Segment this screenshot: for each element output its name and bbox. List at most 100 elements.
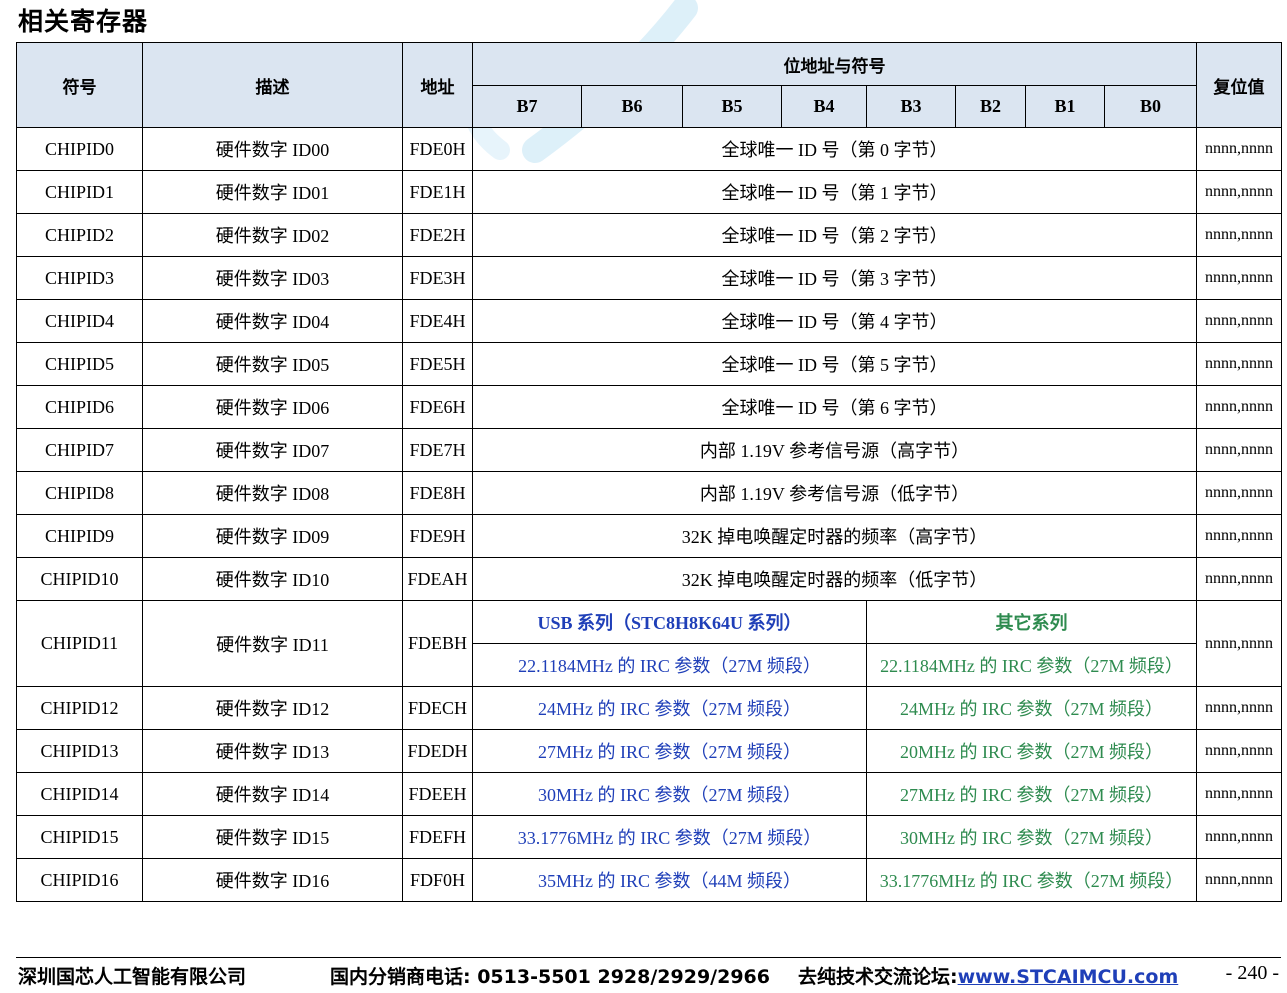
cell-content: 全球唯一 ID 号（第 6 字节） — [472, 385, 1197, 429]
cell-reset: nnnn,nnnn — [1196, 600, 1282, 687]
cell-reset: nnnn,nnnn — [1196, 729, 1282, 773]
cell-address: FDEDH — [402, 729, 473, 773]
cell-address: FDE3H — [402, 256, 473, 300]
cell-content: 全球唯一 ID 号（第 3 字节） — [472, 256, 1197, 300]
header-symbol: 符号 — [16, 42, 143, 128]
table-row: CHIPID5 硬件数字 ID05 FDE5H 全球唯一 ID 号（第 5 字节… — [16, 342, 1282, 386]
cell-usb-param: 24MHz 的 IRC 参数（27M 频段） — [472, 686, 867, 730]
table-row: CHIPID15 硬件数字 ID15 FDEFH 33.1776MHz 的 IR… — [16, 815, 1282, 859]
cell-symbol: CHIPID3 — [16, 256, 143, 300]
cell-description: 硬件数字 ID14 — [142, 772, 403, 816]
cell-symbol: CHIPID15 — [16, 815, 143, 859]
cell-address: FDE2H — [402, 213, 473, 257]
cell-reset: nnnn,nnnn — [1196, 428, 1282, 472]
cell-other-param: 33.1776MHz 的 IRC 参数（27M 频段） — [866, 858, 1197, 902]
header-bit-b2: B2 — [955, 85, 1026, 128]
cell-reset: nnnn,nnnn — [1196, 170, 1282, 214]
cell-usb-param: 22.1184MHz 的 IRC 参数（27M 频段） — [472, 643, 867, 687]
cell-content: 全球唯一 ID 号（第 5 字节） — [472, 342, 1197, 386]
cell-reset: nnnn,nnnn — [1196, 342, 1282, 386]
usb-series-header: USB 系列（STC8H8K64U 系列） — [472, 600, 867, 644]
cell-description: 硬件数字 ID08 — [142, 471, 403, 515]
header-description: 描述 — [142, 42, 403, 128]
table-row: CHIPID0 硬件数字 ID00 FDE0H 全球唯一 ID 号（第 0 字节… — [16, 127, 1282, 171]
cell-content: 内部 1.19V 参考信号源（高字节） — [472, 428, 1197, 472]
cell-address: FDEAH — [402, 557, 473, 601]
cell-description: 硬件数字 ID07 — [142, 428, 403, 472]
footer-divider — [16, 957, 1281, 958]
table-row: CHIPID9 硬件数字 ID09 FDE9H 32K 掉电唤醒定时器的频率（高… — [16, 514, 1282, 558]
cell-symbol: CHIPID6 — [16, 385, 143, 429]
footer-phone: 国内分销商电话: 0513-5501 2928/2929/2966 — [330, 966, 770, 988]
cell-symbol: CHIPID11 — [16, 600, 143, 687]
cell-reset: nnnn,nnnn — [1196, 557, 1282, 601]
table-row: CHIPID6 硬件数字 ID06 FDE6H 全球唯一 ID 号（第 6 字节… — [16, 385, 1282, 429]
header-bit-b7: B7 — [472, 85, 582, 128]
cell-address: FDE5H — [402, 342, 473, 386]
header-bit-b0: B0 — [1104, 85, 1197, 128]
cell-symbol: CHIPID12 — [16, 686, 143, 730]
cell-symbol: CHIPID14 — [16, 772, 143, 816]
cell-description: 硬件数字 ID01 — [142, 170, 403, 214]
table-row: CHIPID2 硬件数字 ID02 FDE2H 全球唯一 ID 号（第 2 字节… — [16, 213, 1282, 257]
table-row: CHIPID3 硬件数字 ID03 FDE3H 全球唯一 ID 号（第 3 字节… — [16, 256, 1282, 300]
cell-description: 硬件数字 ID16 — [142, 858, 403, 902]
cell-symbol: CHIPID9 — [16, 514, 143, 558]
header-bit-b3: B3 — [866, 85, 956, 128]
cell-reset: nnnn,nnnn — [1196, 299, 1282, 343]
footer-company: 深圳国芯人工智能有限公司 — [18, 966, 247, 988]
header-reset: 复位值 — [1196, 42, 1282, 128]
page-footer: 深圳国芯人工智能有限公司 国内分销商电话: 0513-5501 2928/292… — [18, 962, 1281, 988]
cell-other-param: 22.1184MHz 的 IRC 参数（27M 频段） — [866, 643, 1197, 687]
register-table: 符号 描述 地址 位地址与符号 复位值 B7 B6 B5 B4 B3 B2 B1… — [16, 42, 1282, 902]
cell-address: FDE8H — [402, 471, 473, 515]
cell-usb-param: 33.1776MHz 的 IRC 参数（27M 频段） — [472, 815, 867, 859]
cell-symbol: CHIPID1 — [16, 170, 143, 214]
cell-content: 全球唯一 ID 号（第 1 字节） — [472, 170, 1197, 214]
cell-other-param: 20MHz 的 IRC 参数（27M 频段） — [866, 729, 1197, 773]
cell-symbol: CHIPID2 — [16, 213, 143, 257]
header-bit-b1: B1 — [1025, 85, 1105, 128]
cell-address: FDE7H — [402, 428, 473, 472]
other-series-header: 其它系列 — [866, 600, 1197, 644]
cell-description: 硬件数字 ID05 — [142, 342, 403, 386]
header-bit-b6: B6 — [581, 85, 683, 128]
cell-description: 硬件数字 ID15 — [142, 815, 403, 859]
cell-description: 硬件数字 ID04 — [142, 299, 403, 343]
cell-reset: nnnn,nnnn — [1196, 127, 1282, 171]
cell-address: FDE0H — [402, 127, 473, 171]
table-row: CHIPID12 硬件数字 ID12 FDECH 24MHz 的 IRC 参数（… — [16, 686, 1282, 730]
section-title: 相关寄存器 — [18, 7, 149, 36]
cell-description: 硬件数字 ID11 — [142, 600, 403, 687]
cell-content: 全球唯一 ID 号（第 0 字节） — [472, 127, 1197, 171]
cell-reset: nnnn,nnnn — [1196, 213, 1282, 257]
cell-usb-param: 27MHz 的 IRC 参数（27M 频段） — [472, 729, 867, 773]
footer-forum-link[interactable]: www.STCAIMCU.com — [958, 966, 1179, 988]
footer-forum: 去纯技术交流论坛:www.STCAIMCU.com — [798, 962, 1178, 989]
cell-description: 硬件数字 ID06 — [142, 385, 403, 429]
header-bit-b4: B4 — [781, 85, 867, 128]
cell-other-param: 24MHz 的 IRC 参数（27M 频段） — [866, 686, 1197, 730]
cell-description: 硬件数字 ID10 — [142, 557, 403, 601]
table-row: CHIPID14 硬件数字 ID14 FDEEH 30MHz 的 IRC 参数（… — [16, 772, 1282, 816]
cell-usb-param: 30MHz 的 IRC 参数（27M 频段） — [472, 772, 867, 816]
header-bit-address: 位地址与符号 — [472, 42, 1197, 86]
table-row: CHIPID4 硬件数字 ID04 FDE4H 全球唯一 ID 号（第 4 字节… — [16, 299, 1282, 343]
cell-address: FDECH — [402, 686, 473, 730]
cell-address: FDE6H — [402, 385, 473, 429]
cell-reset: nnnn,nnnn — [1196, 772, 1282, 816]
cell-reset: nnnn,nnnn — [1196, 385, 1282, 429]
header-address: 地址 — [402, 42, 473, 128]
cell-symbol: CHIPID0 — [16, 127, 143, 171]
table-row: CHIPID13 硬件数字 ID13 FDEDH 27MHz 的 IRC 参数（… — [16, 729, 1282, 773]
cell-address: FDE1H — [402, 170, 473, 214]
cell-reset: nnnn,nnnn — [1196, 815, 1282, 859]
cell-symbol: CHIPID4 — [16, 299, 143, 343]
page-number: - 240 - — [1225, 962, 1279, 984]
cell-reset: nnnn,nnnn — [1196, 256, 1282, 300]
cell-symbol: CHIPID7 — [16, 428, 143, 472]
table-row: CHIPID11 硬件数字 ID11 FDEBH USB 系列（STC8H8K6… — [16, 600, 1282, 687]
cell-description: 硬件数字 ID12 — [142, 686, 403, 730]
cell-other-param: 27MHz 的 IRC 参数（27M 频段） — [866, 772, 1197, 816]
cell-description: 硬件数字 ID09 — [142, 514, 403, 558]
